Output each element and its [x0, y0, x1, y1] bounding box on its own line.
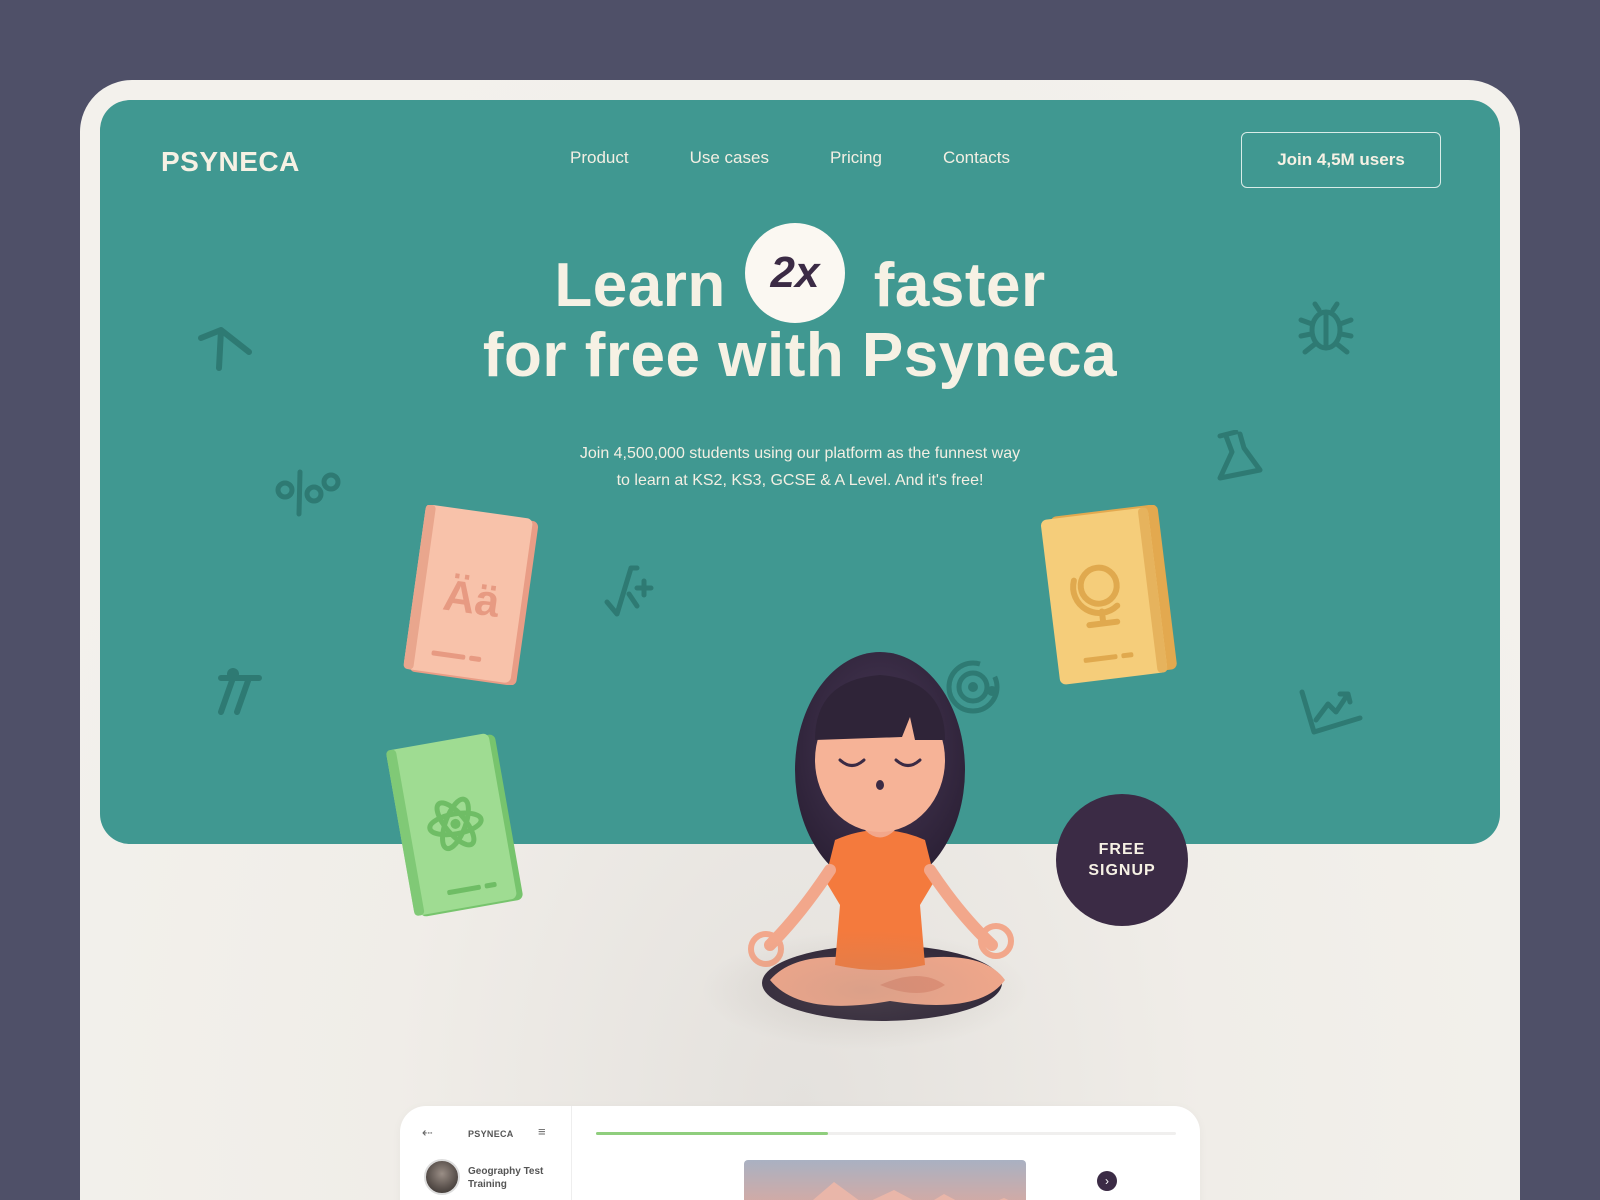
book-glyph: Ää [440, 571, 503, 627]
join-users-button[interactable]: Join 4,5M users [1241, 132, 1441, 188]
nav-item-product[interactable]: Product [570, 148, 629, 168]
logo[interactable]: PSYNECA [161, 146, 300, 178]
course-progress-fill [596, 1132, 828, 1135]
course-avatar [424, 1159, 460, 1195]
headline-learn: Learn [554, 251, 726, 320]
nav-item-use-cases[interactable]: Use cases [690, 148, 769, 168]
app-preview-card: ⇠ PSYNECA ≡ Geography Test Training › [400, 1106, 1200, 1200]
headline-faster: faster [873, 251, 1046, 320]
headline-line-2: for free with Psyneca [482, 321, 1118, 390]
mountain-image [774, 1182, 1009, 1200]
signup-line-2: SIGNUP [1088, 862, 1156, 879]
app-brand: PSYNECA [468, 1129, 514, 1139]
course-progress-bar [596, 1132, 1176, 1135]
course-title[interactable]: Geography Test Training [468, 1165, 558, 1191]
multiplier-badge: 2x [745, 223, 845, 323]
main-nav: Product Use cases Pricing Contacts [570, 148, 1010, 168]
flask-icon [1217, 430, 1263, 481]
geography-book [1040, 505, 1177, 685]
nav-item-contacts[interactable]: Contacts [943, 148, 1010, 168]
app-sidebar: ⇠ PSYNECA ≡ Geography Test Training [400, 1106, 572, 1200]
floor-shadow [700, 930, 1030, 1050]
menu-icon[interactable]: ≡ [538, 1124, 546, 1139]
caret-icon [198, 327, 252, 371]
hero-section: PSYNECA Product Use cases Pricing Contac… [100, 100, 1500, 1021]
back-icon[interactable]: ⇠ [422, 1125, 433, 1141]
nav-item-pricing[interactable]: Pricing [830, 148, 882, 168]
signup-line-1: FREE [1098, 841, 1146, 858]
chart-up-icon [1299, 689, 1363, 735]
browser-frame: PSYNECA Product Use cases Pricing Contac… [80, 80, 1520, 1200]
language-book: Ää [403, 505, 539, 685]
chevron-right-icon[interactable]: › [1097, 1171, 1117, 1191]
pi-icon [218, 668, 262, 715]
mountain-photo [744, 1160, 1026, 1200]
percent-icon [275, 469, 341, 517]
bug-icon [1298, 301, 1354, 355]
free-signup-button[interactable]: FREE SIGNUP [1056, 794, 1188, 926]
science-book [386, 733, 523, 917]
sqrt-plus-icon [604, 565, 654, 617]
subtitle-line-1: Join 4,500,000 students using our platfo… [579, 445, 1021, 462]
